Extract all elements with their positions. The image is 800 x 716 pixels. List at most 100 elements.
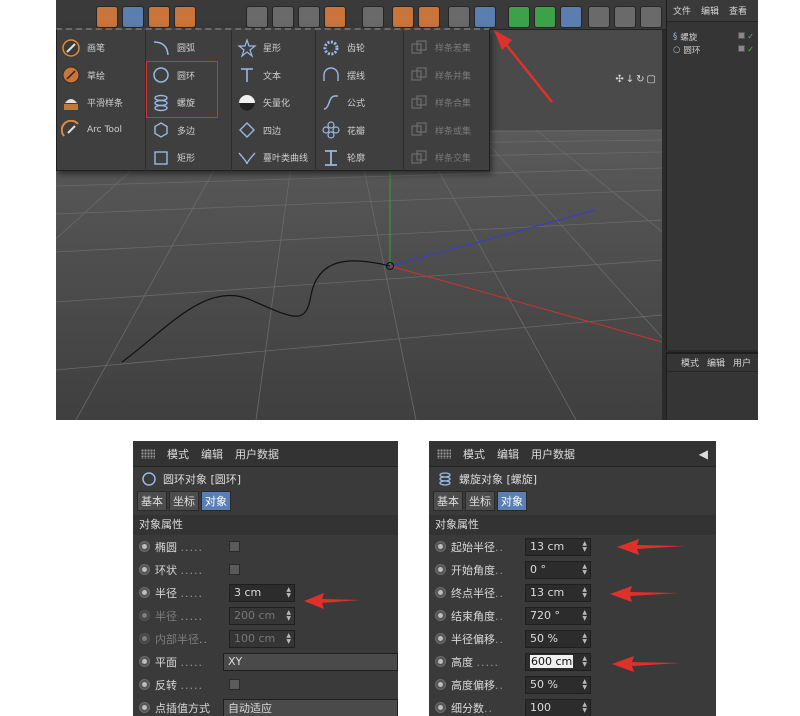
grip-icon[interactable]: [437, 448, 451, 459]
toolbar-button[interactable]: [362, 6, 384, 28]
end-angle-input[interactable]: 720 ° ▲ ▼: [525, 606, 591, 625]
toolbar-button[interactable]: [324, 6, 346, 28]
menu-edit[interactable]: 编辑: [701, 4, 719, 17]
menu-view[interactable]: 查看: [729, 4, 747, 17]
plane-select[interactable]: XY: [222, 652, 398, 671]
radio-icon[interactable]: [435, 564, 446, 575]
radio-icon[interactable]: [139, 656, 150, 667]
radio-icon[interactable]: [139, 587, 150, 598]
end-radius-input[interactable]: 13 cm ▲ ▼: [525, 583, 591, 602]
menu-item-cog[interactable]: 齿轮: [317, 34, 401, 62]
menu-edit[interactable]: 编辑: [707, 356, 725, 369]
layer-flag-icon[interactable]: [738, 45, 746, 52]
ellipse-checkbox[interactable]: [229, 541, 240, 552]
toolbar-button[interactable]: [122, 6, 144, 28]
toolbar-button[interactable]: [246, 6, 268, 28]
radio-icon[interactable]: [435, 610, 446, 621]
reverse-checkbox[interactable]: [229, 679, 240, 690]
tab-object[interactable]: 对象: [201, 491, 231, 511]
toolbar-button[interactable]: [418, 6, 440, 28]
tab-basic[interactable]: 基本: [433, 491, 463, 511]
row-end-angle: 结束角度.. 720 ° ▲ ▼: [429, 604, 716, 627]
radio-icon[interactable]: [435, 679, 446, 690]
menu-item-formula[interactable]: 公式: [317, 89, 401, 117]
toolbar-button[interactable]: [174, 6, 196, 28]
radio-icon[interactable]: [435, 587, 446, 598]
tab-coord[interactable]: 坐标: [169, 491, 199, 511]
cube-tool-button[interactable]: [508, 6, 530, 28]
tab-basic[interactable]: 基本: [137, 491, 167, 511]
layer-flag-icon[interactable]: [738, 32, 746, 39]
height-bias-input[interactable]: 50 % ▲ ▼: [525, 675, 591, 694]
menu-mode[interactable]: 模式: [167, 446, 189, 462]
subdivisions-input[interactable]: 100 ▲ ▼: [525, 698, 591, 716]
scene-tool-button[interactable]: [588, 6, 610, 28]
menu-item-spline-subtract[interactable]: 样条差集: [405, 34, 489, 62]
menu-item-cycloid[interactable]: 摆线: [317, 62, 401, 90]
menu-item-spline-union[interactable]: 样条并集: [405, 62, 489, 90]
radio-icon[interactable]: [435, 633, 446, 644]
toolbar-button[interactable]: [448, 6, 470, 28]
radius-input[interactable]: 3 cm ▲ ▼: [229, 583, 295, 602]
object-row-helix[interactable]: § 螺旋 ✓: [667, 30, 758, 43]
toolbar-button[interactable]: [298, 6, 320, 28]
viewport-nav-icons[interactable]: ✣↓↻▢: [615, 74, 658, 85]
menu-edit[interactable]: 编辑: [497, 446, 519, 462]
check-icon[interactable]: ✓: [747, 32, 754, 41]
menu-item-rectangle[interactable]: 矩形: [147, 144, 231, 172]
menu-item-spline-intersect[interactable]: 样条交集: [405, 144, 489, 172]
check-icon[interactable]: ✓: [747, 45, 754, 54]
radius-bias-input[interactable]: 50 % ▲ ▼: [525, 629, 591, 648]
light-tool-button[interactable]: [640, 6, 662, 28]
menu-user-data[interactable]: 用户数据: [531, 446, 575, 462]
menu-item-text[interactable]: 文本: [233, 62, 317, 90]
menu-item-star[interactable]: 星形: [233, 34, 317, 62]
height-input[interactable]: 600 cm ▲ ▼: [525, 652, 591, 671]
grip-icon[interactable]: [141, 448, 155, 459]
menu-item-helix[interactable]: 螺旋: [147, 89, 231, 117]
radio-icon[interactable]: [139, 702, 150, 713]
radio-icon[interactable]: [139, 541, 150, 552]
menu-item-spline-and[interactable]: 样条合集: [405, 89, 489, 117]
menu-item-flower[interactable]: 花瓣: [317, 117, 401, 145]
radio-icon[interactable]: [435, 541, 446, 552]
menu-user-data[interactable]: 用户数据: [235, 446, 279, 462]
object-row-circle[interactable]: ○ 圆环 ✓: [667, 43, 758, 56]
menu-item-arc-tool[interactable]: Arc Tool: [57, 117, 141, 145]
menu-mode[interactable]: 模式: [463, 446, 485, 462]
menu-mode[interactable]: 模式: [681, 356, 699, 369]
tab-coord[interactable]: 坐标: [465, 491, 495, 511]
menu-edit[interactable]: 编辑: [201, 446, 223, 462]
radio-icon[interactable]: [139, 564, 150, 575]
camera-tool-button[interactable]: [614, 6, 636, 28]
menu-item-polygon[interactable]: 多边: [147, 117, 231, 145]
menu-item-sketch[interactable]: 草绘: [57, 62, 141, 90]
ring-checkbox[interactable]: [229, 564, 240, 575]
interpolation-select[interactable]: 自动适应: [222, 698, 398, 716]
back-arrow-icon[interactable]: ◀: [699, 447, 708, 461]
menu-item-arc[interactable]: 圆弧: [147, 34, 231, 62]
menu-item-pen[interactable]: 画笔: [57, 34, 141, 62]
start-angle-input[interactable]: 0 ° ▲ ▼: [525, 560, 591, 579]
menu-item-spline-or[interactable]: 样条或集: [405, 117, 489, 145]
radio-icon[interactable]: [435, 656, 446, 667]
generator-tool-button[interactable]: [534, 6, 556, 28]
toolbar-button[interactable]: [96, 6, 118, 28]
radio-icon[interactable]: [139, 679, 150, 690]
radio-icon[interactable]: [435, 702, 446, 713]
menu-item-vectorizer[interactable]: 矢量化: [233, 89, 317, 117]
menu-item-four-side[interactable]: 四边: [233, 117, 317, 145]
toolbar-button[interactable]: [392, 6, 414, 28]
menu-item-circle[interactable]: 圆环: [147, 62, 231, 90]
start-radius-input[interactable]: 13 cm ▲ ▼: [525, 537, 591, 556]
menu-item-profile[interactable]: 轮廓: [317, 144, 401, 172]
menu-item-cissoid[interactable]: 蔓叶类曲线: [233, 144, 317, 172]
toolbar-button[interactable]: [272, 6, 294, 28]
spline-tool-button[interactable]: [474, 6, 496, 28]
toolbar-button[interactable]: [148, 6, 170, 28]
menu-item-smooth-spline[interactable]: 平滑样条: [57, 89, 141, 117]
menu-user[interactable]: 用户: [733, 356, 751, 369]
deformer-tool-button[interactable]: [560, 6, 582, 28]
tab-object[interactable]: 对象: [497, 491, 527, 511]
menu-file[interactable]: 文件: [673, 4, 691, 17]
